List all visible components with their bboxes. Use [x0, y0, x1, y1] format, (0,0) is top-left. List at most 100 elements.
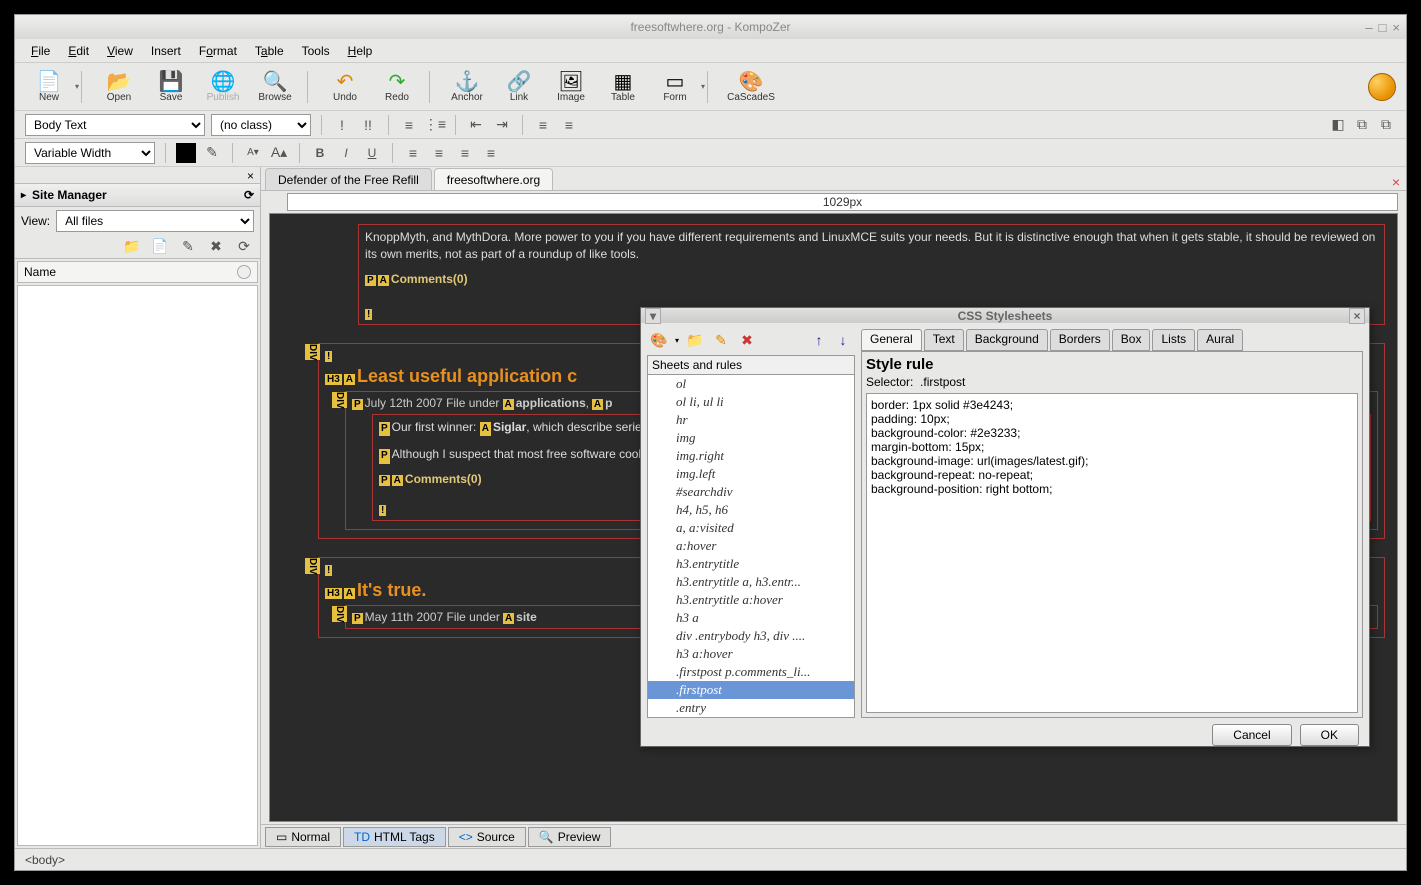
bg-color-icon[interactable]: ✎: [202, 143, 222, 163]
form-button[interactable]: ▭Form▾: [651, 66, 699, 108]
csstab-box[interactable]: Box: [1112, 329, 1151, 351]
dialog-close-icon[interactable]: ×: [1349, 308, 1365, 324]
edit-icon[interactable]: ✎: [178, 237, 198, 257]
viewtab-preview[interactable]: 🔍Preview: [528, 827, 612, 847]
dialog-minimize-icon[interactable]: ▾: [645, 308, 661, 324]
fg-color-icon[interactable]: [176, 143, 196, 163]
rule-item[interactable]: ol li, ul li: [648, 393, 854, 411]
tool-c-icon[interactable]: ⧉: [1376, 115, 1396, 135]
rule-item[interactable]: h3.entrytitle: [648, 555, 854, 573]
anchor-button[interactable]: ⚓Anchor: [443, 66, 491, 108]
name-column-header[interactable]: Name: [17, 261, 258, 283]
minimize-icon[interactable]: –: [1365, 20, 1372, 35]
menu-format[interactable]: Format: [191, 42, 245, 60]
cascades-button[interactable]: 🎨CaScadeS: [721, 66, 781, 108]
close-icon[interactable]: ×: [1392, 20, 1400, 35]
rule-item[interactable]: hr: [648, 411, 854, 429]
strong-icon[interactable]: !!: [358, 115, 378, 135]
folder-icon[interactable]: 📁: [122, 237, 142, 257]
rule-item[interactable]: img.left: [648, 465, 854, 483]
dl-icon[interactable]: ≡: [533, 115, 553, 135]
csstab-aural[interactable]: Aural: [1197, 329, 1243, 351]
down-arrow-icon[interactable]: ↓: [833, 330, 853, 350]
rule-item[interactable]: .firstpost: [648, 681, 854, 699]
rule-item[interactable]: .firstpost p.comments_li...: [648, 663, 854, 681]
rule-item[interactable]: .entry: [648, 699, 854, 717]
menu-insert[interactable]: Insert: [143, 42, 189, 60]
ul-icon[interactable]: ⋮≡: [425, 115, 445, 135]
rule-item[interactable]: #searchdiv: [648, 483, 854, 501]
browse-button[interactable]: 🔍Browse: [251, 66, 299, 108]
csstab-lists[interactable]: Lists: [1152, 329, 1195, 351]
palette-icon[interactable]: 🎨: [649, 330, 669, 350]
remove-icon[interactable]: ✖: [737, 330, 757, 350]
rule-item[interactable]: h3.entrytitle a:hover: [648, 591, 854, 609]
file-tree[interactable]: [17, 285, 258, 846]
em-icon[interactable]: !: [332, 115, 352, 135]
underline-icon[interactable]: U: [362, 143, 382, 163]
menu-file[interactable]: File: [23, 42, 58, 60]
rules-list[interactable]: olol li, ul lihrimgimg.rightimg.left#sea…: [647, 375, 855, 718]
menu-table[interactable]: Table: [247, 42, 292, 60]
rule-item[interactable]: h4, h5, h6: [648, 501, 854, 519]
italic-icon[interactable]: I: [336, 143, 356, 163]
paragraph-format-select[interactable]: Body Text: [25, 114, 205, 136]
rule-item[interactable]: ol: [648, 375, 854, 393]
viewtab-normal[interactable]: ▭Normal: [265, 827, 341, 847]
view-select[interactable]: All files: [56, 210, 254, 232]
bold-icon[interactable]: B: [310, 143, 330, 163]
tab-close-icon[interactable]: ×: [1392, 174, 1400, 190]
rule-item[interactable]: h3.entrytitle a, h3.entr...: [648, 573, 854, 591]
class-select[interactable]: (no class): [211, 114, 311, 136]
open-button[interactable]: 📂Open: [95, 66, 143, 108]
maximize-icon[interactable]: □: [1379, 20, 1387, 35]
folder2-icon[interactable]: 📁: [685, 330, 705, 350]
undo-button[interactable]: ↶Undo: [321, 66, 369, 108]
menu-help[interactable]: Help: [340, 42, 381, 60]
rule-item[interactable]: h3 a: [648, 609, 854, 627]
align-left-icon[interactable]: ≡: [403, 143, 423, 163]
new-button[interactable]: 📄New▾: [25, 66, 73, 108]
panel-close-icon[interactable]: ×: [247, 169, 254, 183]
rule-item[interactable]: a:hover: [648, 537, 854, 555]
pencil-icon[interactable]: ✎: [711, 330, 731, 350]
decrease-font-icon[interactable]: A▾: [243, 143, 263, 163]
refresh-icon[interactable]: ⟳: [234, 237, 254, 257]
csstab-text[interactable]: Text: [924, 329, 964, 351]
css-rule-textarea[interactable]: [866, 393, 1358, 713]
publish-button[interactable]: 🌐Publish: [199, 66, 247, 108]
rule-item[interactable]: img.right: [648, 447, 854, 465]
comments-link[interactable]: Comments(0): [391, 272, 468, 286]
align-justify-icon[interactable]: ≡: [481, 143, 501, 163]
link-button[interactable]: 🔗Link: [495, 66, 543, 108]
indent-icon[interactable]: ⇥: [492, 115, 512, 135]
ol-icon[interactable]: ≡: [399, 115, 419, 135]
menu-view[interactable]: View: [99, 42, 141, 60]
rule-item[interactable]: h3 a:hover: [648, 645, 854, 663]
menu-tools[interactable]: Tools: [294, 42, 338, 60]
cancel-button[interactable]: Cancel: [1212, 724, 1291, 746]
font-select[interactable]: Variable Width: [25, 142, 155, 164]
up-arrow-icon[interactable]: ↑: [809, 330, 829, 350]
column-picker-icon[interactable]: [237, 265, 251, 279]
viewtab-source[interactable]: <>Source: [448, 827, 526, 847]
rule-item[interactable]: img: [648, 429, 854, 447]
dialog-titlebar[interactable]: ▾ CSS Stylesheets ×: [641, 308, 1369, 323]
rule-item[interactable]: div .entrybody h3, div ....: [648, 627, 854, 645]
delete-icon[interactable]: ✖: [206, 237, 226, 257]
site-manager-header[interactable]: Site Manager⟳: [15, 183, 260, 207]
tool-a-icon[interactable]: ◧: [1328, 115, 1348, 135]
outdent-icon[interactable]: ⇤: [466, 115, 486, 135]
image-button[interactable]: 🖼Image: [547, 66, 595, 108]
align-center-icon[interactable]: ≡: [429, 143, 449, 163]
viewtab-htmltags[interactable]: TDHTML Tags: [343, 827, 446, 847]
align-right-icon[interactable]: ≡: [455, 143, 475, 163]
new-page-icon[interactable]: 📄: [150, 237, 170, 257]
tab-defender[interactable]: Defender of the Free Refill: [265, 168, 432, 190]
rule-item[interactable]: a, a:visited: [648, 519, 854, 537]
save-button[interactable]: 💾Save: [147, 66, 195, 108]
menu-edit[interactable]: Edit: [60, 42, 97, 60]
ruler[interactable]: 1029px: [287, 193, 1398, 211]
csstab-background[interactable]: Background: [966, 329, 1048, 351]
tool-b-icon[interactable]: ⧉: [1352, 115, 1372, 135]
